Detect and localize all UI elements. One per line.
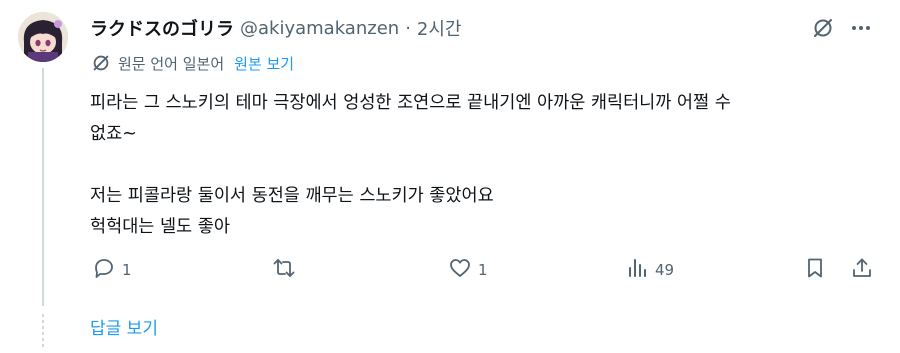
bookmark-button[interactable] — [803, 256, 827, 284]
translation-row: 원문 언어 일본어 원본 보기 — [90, 52, 294, 74]
tweet-line-blank — [90, 150, 880, 181]
retweet-icon — [272, 256, 296, 284]
avatar[interactable] — [18, 12, 68, 62]
thread-line — [42, 68, 44, 306]
tweet-text: 피라는 그 스노키의 테마 극장에서 엉성한 조연으로 끝내기엔 아까운 캐릭터… — [90, 88, 880, 243]
tweet-line: 피라는 그 스노키의 테마 극장에서 엉성한 조연으로 끝내기엔 아까운 캐릭터… — [90, 93, 731, 113]
tweet-line: 없죠~ — [90, 124, 137, 144]
views-icon — [625, 256, 649, 284]
retweet-button[interactable] — [272, 256, 302, 284]
tweet-header: ラクドスのゴリラ @akiyamakanzen · 2시간 — [90, 15, 462, 41]
views-count: 49 — [655, 261, 675, 279]
reply-icon — [92, 256, 116, 284]
bookmark-icon — [803, 256, 827, 284]
timestamp[interactable]: 2시간 — [417, 15, 462, 41]
thread-dots — [42, 314, 44, 350]
like-count: 1 — [478, 261, 488, 279]
views-button[interactable]: 49 — [625, 256, 674, 284]
translate-icon — [90, 52, 112, 74]
tweet-line: 헉헉대는 넬도 좋아 — [90, 217, 230, 237]
share-icon — [850, 256, 874, 284]
like-button[interactable]: 1 — [448, 256, 488, 284]
handle[interactable]: @akiyamakanzen — [240, 18, 399, 39]
tweet-line: 저는 피콜라랑 둘이서 동전을 깨무는 스노키가 좋았어요 — [90, 186, 494, 206]
grok-icon[interactable] — [811, 16, 835, 40]
reply-count: 1 — [122, 261, 132, 279]
more-icon[interactable] — [849, 16, 873, 40]
show-original-link[interactable]: 원본 보기 — [234, 53, 294, 74]
share-button[interactable] — [850, 256, 874, 284]
action-bar: 1 1 49 — [90, 256, 880, 284]
heart-icon — [448, 256, 472, 284]
separator: · — [405, 17, 411, 39]
avatar-image — [18, 12, 68, 62]
reply-button[interactable]: 1 — [92, 256, 132, 284]
display-name[interactable]: ラクドスのゴリラ — [90, 15, 234, 41]
show-replies-link[interactable]: 답글 보기 — [90, 314, 158, 339]
translation-language: 원문 언어 일본어 — [118, 54, 225, 73]
